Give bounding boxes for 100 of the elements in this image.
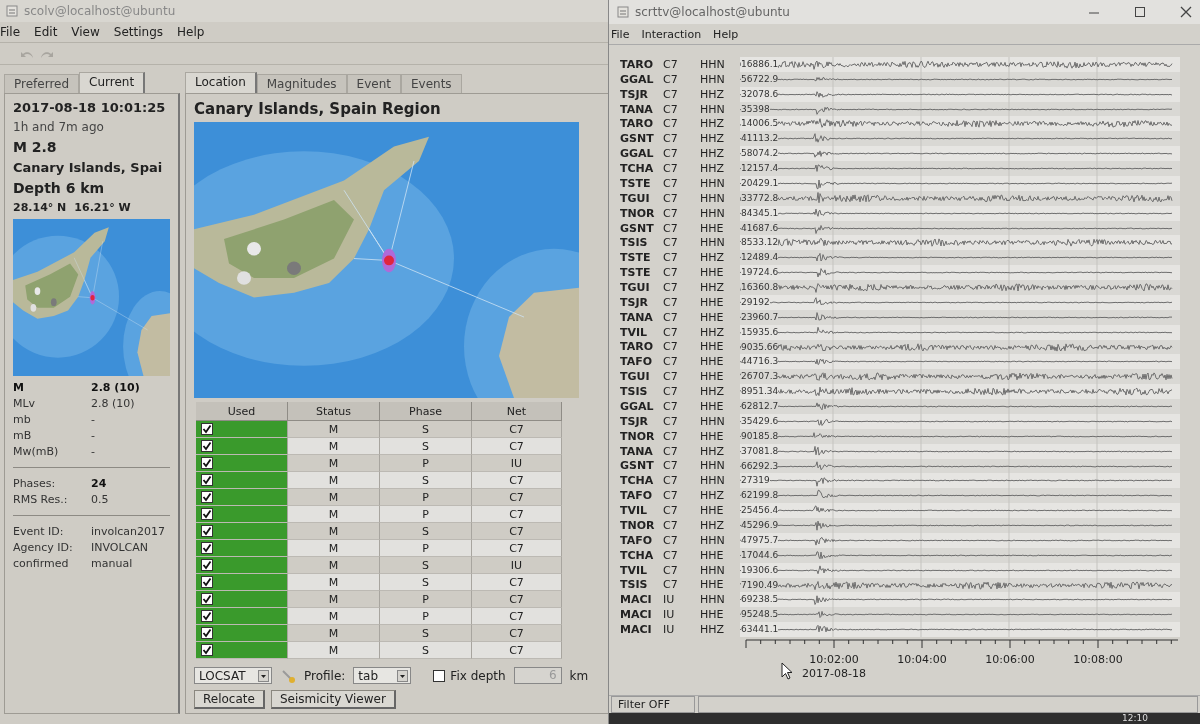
checkbox[interactable]: [201, 440, 213, 452]
info-label: Agency ID:: [13, 541, 74, 554]
tab[interactable]: Events: [401, 74, 462, 93]
locator-dropdown[interactable]: LOCSAT: [194, 667, 272, 684]
magnitude-label: M 2.8: [13, 139, 58, 155]
amplitude-label: 7190.49: [741, 578, 779, 591]
menu-item[interactable]: File: [611, 27, 630, 41]
station-label: MACI: [619, 608, 653, 622]
checkbox[interactable]: [433, 669, 446, 682]
action-button[interactable]: Seismicity Viewer: [270, 690, 396, 709]
column-header[interactable]: Phase: [380, 402, 472, 421]
checkbox[interactable]: [201, 542, 213, 554]
network-label: C7: [663, 548, 679, 562]
menu-item[interactable]: Help: [177, 25, 205, 39]
profile-dropdown[interactable]: tab: [353, 667, 412, 684]
checkbox-label: Fix depth: [450, 668, 506, 683]
station-label: TCHA: [619, 162, 655, 176]
station-label: GGAL: [619, 400, 655, 413]
amplitude-label: 20429.1: [741, 176, 779, 189]
checkbox[interactable]: [201, 644, 213, 656]
checkbox[interactable]: [201, 576, 213, 588]
table-cell: C7: [472, 642, 562, 659]
amplitude-label: 16886.1: [741, 58, 779, 70]
tab[interactable]: Current: [79, 72, 146, 93]
menu-item[interactable]: Help: [713, 27, 739, 41]
magnitude-type: MLv: [13, 397, 37, 410]
channel-label: HHE: [700, 310, 725, 324]
menu-item[interactable]: View: [71, 25, 100, 39]
station-label: TAFO: [619, 355, 654, 369]
magnitude-type: Mw(mB): [13, 445, 60, 458]
station-label: TSTE: [619, 251, 652, 265]
tab[interactable]: Location: [185, 72, 257, 93]
checkbox[interactable]: [201, 610, 213, 622]
station-label: MACI: [619, 623, 653, 637]
channel-label: HHZ: [700, 385, 726, 399]
channel-label: HHE: [700, 504, 725, 518]
station-label: TSIS: [619, 236, 649, 250]
network-label: C7: [663, 370, 679, 384]
amplitude-label: 17044.6: [741, 548, 779, 561]
close-icon[interactable]: [1180, 6, 1192, 18]
amplitude-label: 32078.6: [741, 87, 779, 100]
channel-label: HHN: [700, 593, 726, 607]
channel-label: HHZ: [700, 87, 726, 101]
info-label: confirmed: [13, 557, 70, 570]
channel-label: HHZ: [700, 251, 726, 265]
checkbox[interactable]: [201, 508, 213, 520]
table-cell: C7: [472, 540, 562, 557]
tab[interactable]: Preferred: [4, 74, 80, 93]
table-cell: P: [380, 506, 472, 523]
network-label: IU: [663, 623, 676, 637]
table-cell: S: [380, 574, 472, 591]
magnitude-value: -: [91, 413, 96, 426]
tab[interactable]: Event: [346, 74, 401, 93]
menu-item[interactable]: File: [0, 25, 21, 39]
amplitude-label: 45296.9: [741, 519, 779, 531]
checkbox[interactable]: [201, 559, 213, 571]
checkbox[interactable]: [201, 491, 213, 503]
amplitude-label: 35398: [741, 102, 770, 115]
station-label: TGUI: [619, 370, 651, 384]
station-label: TAFO: [619, 533, 654, 547]
channel-label: HHZ: [700, 132, 726, 146]
amplitude-label: 33772.8: [741, 191, 779, 204]
checkbox[interactable]: [201, 457, 213, 469]
magnitude-value: -: [91, 445, 96, 458]
profile-label: Profile:: [304, 668, 346, 683]
depth-label: Depth 6 km: [13, 180, 106, 196]
channel-label: HHN: [700, 72, 726, 86]
unit-label: km: [569, 668, 589, 683]
checkbox[interactable]: [201, 525, 213, 537]
menu-item[interactable]: Edit: [34, 25, 58, 39]
station-label: TGUI: [619, 191, 651, 205]
column-header[interactable]: Net: [472, 402, 562, 421]
app-icon: [617, 6, 629, 18]
app-icon: [6, 5, 18, 17]
checkbox[interactable]: [201, 474, 213, 486]
tab[interactable]: Magnitudes: [256, 74, 347, 93]
amplitude-label: 35429.6: [741, 414, 779, 427]
magnitude-type: M: [13, 381, 25, 394]
column-header[interactable]: Status: [288, 402, 380, 421]
station-label: TARO: [619, 340, 654, 354]
time-label: 10:06:00: [985, 653, 1035, 666]
channel-label: HHN: [700, 474, 726, 488]
column-header[interactable]: Used: [196, 402, 288, 421]
checkbox[interactable]: [201, 423, 213, 435]
action-button[interactable]: Relocate: [194, 690, 265, 709]
station-label: GGAL: [619, 72, 655, 86]
maximize-icon[interactable]: [1134, 6, 1146, 18]
network-label: C7: [663, 340, 679, 354]
region-title: Canary Islands, Spain Region: [194, 100, 442, 118]
channel-label: HHZ: [700, 444, 726, 458]
network-label: C7: [663, 295, 679, 309]
network-label: C7: [663, 325, 679, 339]
checkbox[interactable]: [201, 593, 213, 605]
checkbox[interactable]: [201, 627, 213, 639]
menu-item[interactable]: Settings: [113, 25, 164, 39]
info-value: manual: [91, 557, 134, 570]
menu-item[interactable]: Interaction: [641, 27, 702, 41]
amplitude-label: 47975.7: [741, 533, 779, 546]
network-label: C7: [663, 236, 679, 250]
channel-label: HHN: [700, 102, 726, 116]
